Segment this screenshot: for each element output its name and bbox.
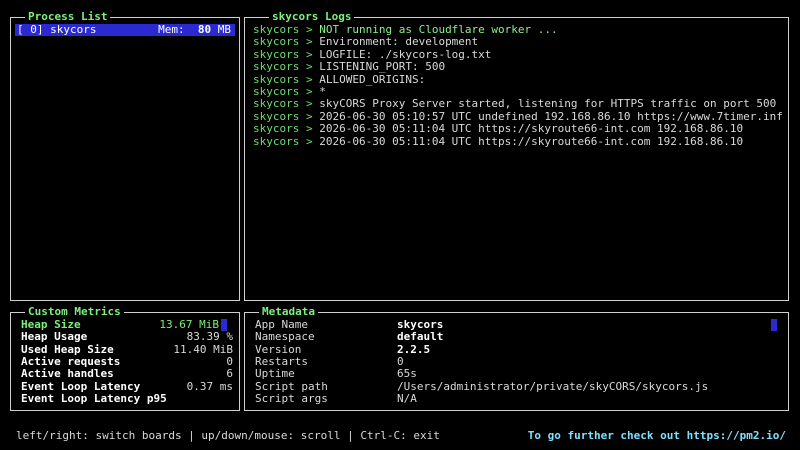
- metric-label: Used Heap Size: [21, 342, 114, 356]
- metadata-key: Script path: [255, 379, 328, 393]
- metadata-title: Metadata: [259, 305, 318, 319]
- log-text: 2026-06-30 05:11:04 UTC https://skyroute…: [319, 123, 744, 136]
- log-line: skycors > *: [253, 86, 784, 98]
- log-line: skycors > 2026-06-30 05:10:57 UTC undefi…: [253, 111, 784, 123]
- metric-value: 0: [226, 354, 233, 368]
- metadata-key: Restarts: [255, 354, 308, 368]
- process-mem-value: 80: [197, 23, 212, 36]
- metadata-row: Restarts 0: [255, 354, 775, 368]
- log-text: NOT running as Cloudflare worker ...: [319, 24, 558, 36]
- metric-row: Event Loop Latency 0.37 ms: [21, 379, 233, 393]
- log-prefix: skycors >: [253, 135, 313, 148]
- log-line: skycors > NOT running as Cloudflare work…: [253, 24, 784, 36]
- log-prefix: skycors >: [253, 123, 313, 136]
- footer-help-text: left/right: switch boards | up/down/mous…: [16, 429, 440, 442]
- logs-panel[interactable]: skycors Logs skycors > NOT running as Cl…: [244, 10, 789, 301]
- metadata-key: Uptime: [255, 367, 295, 381]
- log-prefix: skycors >: [253, 98, 313, 111]
- log-text: ALLOWED_ORIGINS:: [319, 73, 426, 86]
- metric-label: Event Loop Latency: [21, 379, 141, 393]
- logs-title: skycors Logs: [269, 10, 355, 24]
- process-mem-unit: MB: [217, 23, 231, 36]
- log-prefix: skycors >: [253, 24, 313, 36]
- metadata-row: App Name skycors: [255, 319, 775, 331]
- log-text: *: [319, 85, 326, 98]
- log-prefix: skycors >: [253, 85, 313, 98]
- metadata-row: Uptime 65s: [255, 368, 775, 380]
- metadata-row: Script path/Users/administrator/private/…: [255, 379, 775, 393]
- metric-row: Used Heap Size 11.40 MiB: [21, 342, 233, 356]
- process-mem-label: Mem:: [158, 23, 185, 36]
- metadata-key: Script args: [255, 391, 328, 405]
- log-text: skyCORS Proxy Server started, listening …: [319, 98, 777, 111]
- metadata-row: Version 2.2.5: [255, 342, 775, 356]
- metric-label: Heap Usage: [21, 330, 88, 344]
- metadata-key: Namespace: [255, 330, 315, 344]
- metric-value: 13.67 MiB: [159, 318, 219, 331]
- metadata-key: Version: [255, 342, 302, 356]
- metric-label: Active handles: [21, 367, 114, 381]
- metadata-panel[interactable]: Metadata App Name skycors Namespace default…: [244, 305, 789, 411]
- log-lines: skycors > NOT running as Cloudflare work…: [253, 24, 784, 148]
- log-prefix: skycors >: [253, 48, 313, 61]
- log-prefix: skycors >: [253, 36, 313, 49]
- scroll-cursor-block[interactable]: [771, 319, 777, 331]
- custom-metrics-title: Custom Metrics: [25, 305, 124, 319]
- log-line: skycors > LISTENING_PORT: 500: [253, 61, 784, 73]
- metric-value: 6: [226, 367, 233, 381]
- metadata-value: 65s: [397, 367, 417, 381]
- process-name: [ 0] skycors: [17, 23, 97, 36]
- log-text: 2026-06-30 05:10:57 UTC undefined 192.16…: [319, 110, 783, 123]
- metric-label: Active requests: [21, 354, 121, 368]
- metadata-row: Namespace default: [255, 331, 775, 343]
- metric-row: Active handles 6: [21, 368, 233, 380]
- process-mem: Mem: 80 MB: [158, 24, 231, 36]
- metric-value: 11.40 MiB: [173, 342, 233, 356]
- metric-row: Event Loop Latency p95: [21, 391, 233, 405]
- log-text: LOGFILE: ./skycors-log.txt: [319, 48, 492, 61]
- metric-value: 83.39 %: [186, 330, 233, 344]
- metric-label: Heap Size: [21, 318, 81, 331]
- metric-row: Heap Usage 83.39 %: [21, 331, 233, 343]
- log-prefix: skycors >: [253, 73, 313, 86]
- process-row-selected[interactable]: [ 0] skycors Mem: 80 MB: [15, 24, 235, 36]
- log-prefix: skycors >: [253, 61, 313, 74]
- log-line: skycors > LOGFILE: ./skycors-log.txt: [253, 49, 784, 61]
- metadata-row: Script args N/A: [255, 391, 775, 405]
- log-line: skycors > ALLOWED_ORIGINS:: [253, 74, 784, 86]
- metric-row: Heap Size 13.67 MiB: [21, 319, 219, 331]
- metric-label: Event Loop Latency p95: [21, 391, 167, 405]
- log-prefix: skycors >: [253, 110, 313, 123]
- scroll-cursor-block[interactable]: [221, 319, 227, 331]
- metadata-value: skycors: [397, 318, 444, 331]
- metadata-value: /Users/administrator/private/skyCORS/sky…: [397, 379, 709, 393]
- log-text: Environment: development: [319, 36, 479, 49]
- log-line: skycors > 2026-06-30 05:11:04 UTC https:…: [253, 136, 784, 148]
- log-text: LISTENING_PORT: 500: [319, 61, 446, 74]
- metric-row: Active requests 0: [21, 354, 233, 368]
- metadata-value: 0: [397, 354, 404, 368]
- metadata-value: N/A: [397, 391, 417, 405]
- footer-promo-link[interactable]: To go further check out https://pm2.io/: [528, 430, 786, 442]
- custom-metrics-panel[interactable]: Custom Metrics Heap Size 13.67 MiB Heap Us…: [10, 305, 240, 411]
- metadata-value: default: [397, 330, 444, 344]
- process-list-panel[interactable]: Process List [ 0] skycors Mem: 80 MB: [10, 10, 240, 301]
- metric-value: 0.37 ms: [186, 379, 233, 393]
- log-line: skycors > Environment: development: [253, 36, 784, 48]
- log-line: skycors > 2026-06-30 05:11:04 UTC https:…: [253, 123, 784, 135]
- metadata-value: 2.2.5: [397, 342, 431, 356]
- log-line: skycors > skyCORS Proxy Server started, …: [253, 98, 784, 110]
- metadata-key: App Name: [255, 318, 308, 331]
- process-list-title: Process List: [25, 10, 111, 24]
- log-text: 2026-06-30 05:11:04 UTC https://skyroute…: [319, 135, 744, 148]
